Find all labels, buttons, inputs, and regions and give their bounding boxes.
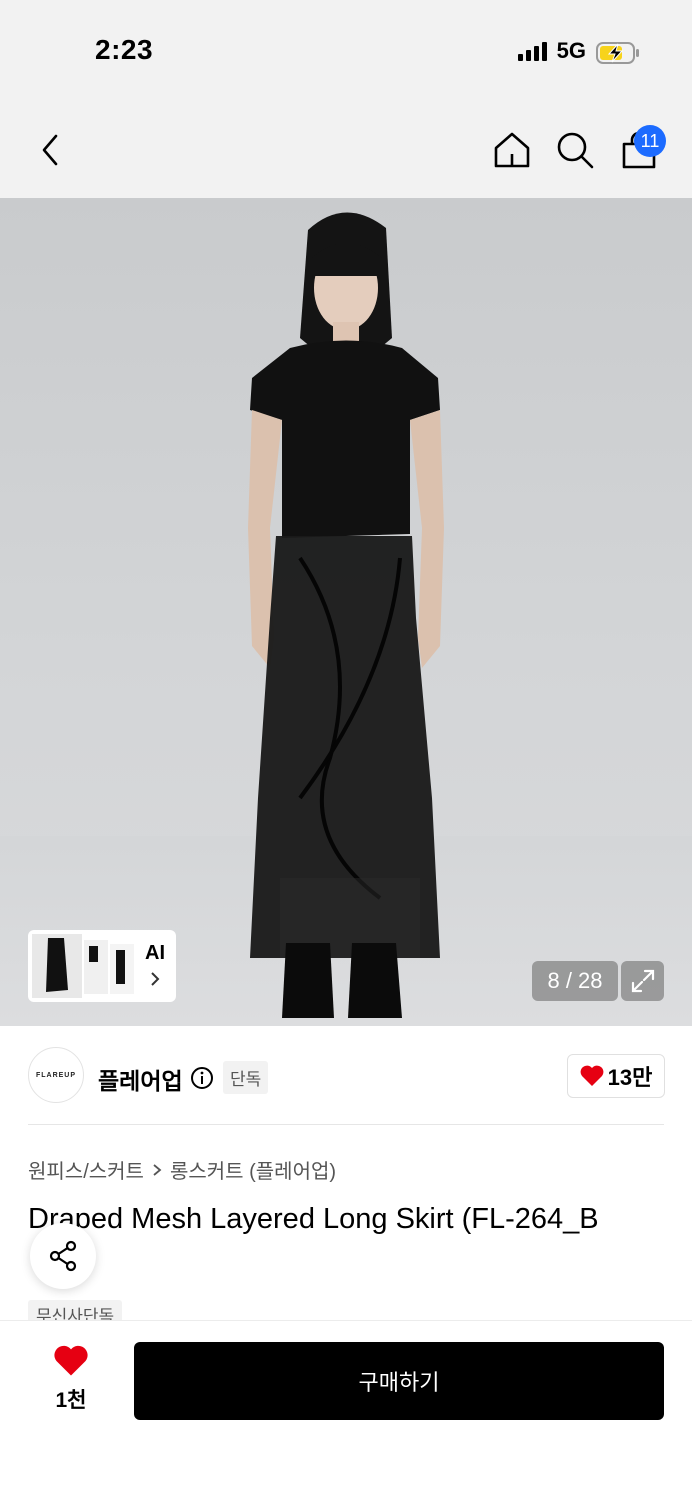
image-counter: 8 / 28 bbox=[532, 961, 618, 1001]
chevron-left-icon bbox=[42, 134, 58, 166]
heart-icon bbox=[54, 1345, 88, 1376]
search-button[interactable] bbox=[555, 130, 595, 170]
home-button[interactable] bbox=[492, 130, 532, 170]
divider bbox=[28, 1124, 664, 1125]
signal-icon bbox=[517, 41, 547, 61]
chevron-right-icon bbox=[151, 972, 160, 986]
model-photo bbox=[248, 212, 444, 1018]
product-image[interactable] bbox=[0, 198, 692, 1026]
status-bar: 2:23 5G bbox=[0, 0, 692, 100]
exclusive-badge: 단독 bbox=[223, 1061, 269, 1094]
thumbnail-images bbox=[32, 934, 134, 998]
share-button[interactable] bbox=[30, 1223, 96, 1289]
product-title: Draped Mesh Layered Long Skirt (FL-264_B bbox=[28, 1203, 599, 1235]
breadcrumb-category[interactable]: 원피스/스커트 bbox=[28, 1155, 144, 1184]
heart-icon bbox=[580, 1065, 604, 1086]
breadcrumb-subcategory[interactable]: 롱스커트 (플레어업) bbox=[170, 1155, 336, 1184]
brand-name[interactable]: 플레어업 bbox=[98, 1062, 183, 1096]
expand-button[interactable] bbox=[621, 961, 664, 1001]
bottom-purchase-bar: 1천 구매하기 bbox=[0, 1320, 692, 1501]
brand-like-button[interactable]: 13만 bbox=[567, 1054, 665, 1098]
search-icon bbox=[557, 132, 594, 169]
buy-button[interactable]: 구매하기 bbox=[134, 1342, 664, 1420]
status-indicators: 5G bbox=[517, 38, 639, 64]
info-icon[interactable] bbox=[190, 1066, 214, 1090]
brand-row: FLAREUP 플레어업 단독 13만 bbox=[0, 1040, 692, 1112]
back-button[interactable] bbox=[30, 130, 70, 170]
network-label: 5G bbox=[556, 38, 586, 63]
wishlist-count: 1천 bbox=[55, 1389, 87, 1412]
brand-logo[interactable]: FLAREUP bbox=[28, 1047, 84, 1103]
home-icon bbox=[494, 132, 530, 168]
ai-label: AI bbox=[145, 942, 165, 964]
wishlist-button[interactable]: 1천 bbox=[44, 1345, 98, 1414]
share-icon bbox=[49, 1240, 77, 1272]
status-time: 2:23 bbox=[95, 34, 154, 65]
cart-count-badge: 11 bbox=[634, 125, 666, 157]
breadcrumb: 원피스/스커트 롱스커트 (플레어업) bbox=[28, 1155, 336, 1184]
brand-like-count: 13만 bbox=[607, 1065, 653, 1090]
expand-icon bbox=[631, 969, 654, 993]
chevron-right-icon bbox=[153, 1163, 162, 1176]
battery-charging-icon bbox=[596, 41, 639, 64]
top-navigation bbox=[0, 100, 692, 198]
ai-styling-thumbnail[interactable]: AI bbox=[28, 930, 176, 1002]
